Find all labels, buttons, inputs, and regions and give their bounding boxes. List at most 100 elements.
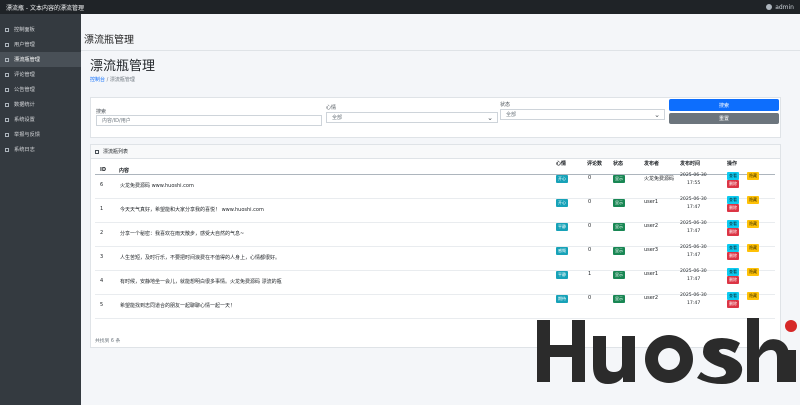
huoshi-watermark-logo <box>537 318 797 384</box>
dashboard-icon <box>5 27 9 32</box>
cell-content: 火龙免费源码 www.huoshi.com <box>120 183 194 189</box>
page-title: 漂流瓶管理 <box>90 59 156 74</box>
status-badge: 显示 <box>613 175 625 183</box>
sidebar-item-dashboard[interactable]: 控制面板 <box>0 22 81 37</box>
cell-content: 今天天气真好，希望能和大家分享我的喜悦！ www.huoshi.com <box>120 207 264 213</box>
status-badge: 显示 <box>613 223 625 231</box>
cell-author: 火龙免费源码 <box>644 176 675 182</box>
reset-button[interactable]: 重置 <box>669 113 779 124</box>
sidebar-item-settings[interactable]: 系统设置 <box>0 112 81 127</box>
breadcrumb-home-link[interactable]: 控制台 <box>90 77 105 83</box>
cell-date: 2025-06-30 <box>680 173 707 178</box>
table-row: 6 火龙免费源码 www.huoshi.com 开心 0 显示 火龙免费源码 2… <box>95 172 775 199</box>
hide-button[interactable]: 隐藏 <box>747 292 759 300</box>
flag-icon <box>5 132 9 137</box>
mood-badge: 开心 <box>556 199 568 207</box>
cell-date: 2025-06-30 <box>680 245 707 250</box>
status-badge: 显示 <box>613 247 625 255</box>
filter-card: 搜索 内容/ID/用户 心情 全部 ⌄ 状态 全部 ⌄ 搜索 重置 <box>90 97 781 138</box>
divider <box>81 50 800 51</box>
cell-date: 2025-06-30 <box>680 221 707 226</box>
hide-button[interactable]: 隐藏 <box>747 220 759 228</box>
search-input[interactable]: 内容/ID/用户 <box>96 115 322 126</box>
cell-date: 2025-06-30 <box>680 269 707 274</box>
table-row: 1 今天天气真好，希望能和大家分享我的喜悦！ www.huoshi.com 开心… <box>95 196 775 223</box>
cell-time: 17:47 <box>687 205 701 210</box>
breadcrumb-separator: / <box>106 77 109 83</box>
status-select[interactable]: 全部 ⌄ <box>500 109 665 120</box>
cell-date: 2025-06-30 <box>680 293 707 298</box>
cell-date: 2025-06-30 <box>680 197 707 202</box>
cell-author: user1 <box>644 271 659 277</box>
cell-author: user3 <box>644 247 659 253</box>
sidebar-item-stats[interactable]: 数据统计 <box>0 97 81 112</box>
log-icon <box>5 147 9 152</box>
search-button[interactable]: 搜索 <box>669 99 779 111</box>
status-badge: 显示 <box>613 271 625 279</box>
table-row: 3 人生苦短，及时行乐，不要把时间浪费在不值得的人身上，心情都很好。 感慨 0 … <box>95 244 775 271</box>
delete-button[interactable]: 删除 <box>727 228 739 236</box>
mood-badge: 开心 <box>556 175 568 183</box>
view-button[interactable]: 查看 <box>727 292 739 300</box>
mood-badge: 感慨 <box>556 247 568 255</box>
list-header: 漂流瓶列表 <box>91 145 780 159</box>
cell-id: 3 <box>100 254 104 260</box>
sidebar-item-users[interactable]: 用户管理 <box>0 37 81 52</box>
hide-button[interactable]: 隐藏 <box>747 268 759 276</box>
comment-icon <box>5 72 9 77</box>
cell-comments: 1 <box>588 271 592 277</box>
cell-time: 17:47 <box>687 229 701 234</box>
view-button[interactable]: 查看 <box>727 244 739 252</box>
cell-id: 5 <box>100 302 104 308</box>
view-button[interactable]: 查看 <box>727 268 739 276</box>
mood-badge: 平静 <box>556 271 568 279</box>
cell-time: 17:47 <box>687 277 701 282</box>
megaphone-icon <box>5 87 9 92</box>
col-id: ID <box>100 167 107 173</box>
gear-icon <box>5 117 9 122</box>
col-actions: 操作 <box>727 161 738 167</box>
sidebar: 控制面板 用户管理 漂流瓶管理 评论管理 公告管理 数据统计 系统设置 举报与反… <box>0 14 81 405</box>
col-mood: 心情 <box>556 161 567 167</box>
hide-button[interactable]: 隐藏 <box>747 244 759 252</box>
delete-button[interactable]: 删除 <box>727 276 739 284</box>
users-icon <box>5 42 9 47</box>
view-button[interactable]: 查看 <box>727 220 739 228</box>
breadcrumb: 控制台 / 漂流瓶管理 <box>90 76 780 83</box>
page-heading: 漂流瓶管理 <box>84 35 134 46</box>
search-label: 搜索 <box>96 109 107 115</box>
chevron-down-icon: ⌄ <box>487 113 493 122</box>
delete-button[interactable]: 删除 <box>727 180 739 188</box>
cell-content: 希望能找到志同道合的朋友一起聊聊心情一起一天！ <box>120 303 236 309</box>
cell-content: 有时候，安静地坐一会儿，就能想明白很多事情。火龙免费源码 漂流的瓶 <box>120 279 282 285</box>
sidebar-item-bottles[interactable]: 漂流瓶管理 <box>0 52 81 67</box>
cell-author: user2 <box>644 223 659 229</box>
list-icon <box>95 149 99 154</box>
col-status: 状态 <box>613 161 624 167</box>
col-author: 发布者 <box>644 161 660 167</box>
delete-button[interactable]: 删除 <box>727 252 739 260</box>
sidebar-item-logs[interactable]: 系统日志 <box>0 142 81 157</box>
cell-comments: 0 <box>588 175 592 181</box>
cell-content: 分享一个秘密：我喜欢在雨天散步，感受大自然的气息~ <box>120 231 245 237</box>
user-menu[interactable]: admin <box>766 4 794 11</box>
user-icon <box>766 4 773 10</box>
cell-content: 人生苦短，及时行乐，不要把时间浪费在不值得的人身上，心情都很好。 <box>120 255 281 261</box>
mood-select[interactable]: 全部 ⌄ <box>326 112 498 123</box>
cell-id: 1 <box>100 206 104 212</box>
sidebar-item-announcements[interactable]: 公告管理 <box>0 82 81 97</box>
sidebar-item-comments[interactable]: 评论管理 <box>0 67 81 82</box>
delete-button[interactable]: 删除 <box>727 204 739 212</box>
cell-comments: 0 <box>588 223 592 229</box>
cell-id: 2 <box>100 230 104 236</box>
view-button[interactable]: 查看 <box>727 196 739 204</box>
title-area: 漂流瓶管理 控制台 / 漂流瓶管理 <box>90 55 780 83</box>
list-footer: 共找到 6 条 <box>95 339 121 344</box>
table-row: 4 有时候，安静地坐一会儿，就能想明白很多事情。火龙免费源码 漂流的瓶 平静 1… <box>95 268 775 295</box>
mood-badge: 平静 <box>556 223 568 231</box>
sidebar-item-reports[interactable]: 举报与反馈 <box>0 127 81 142</box>
hide-button[interactable]: 隐藏 <box>747 196 759 204</box>
hide-button[interactable]: 隐藏 <box>747 172 759 180</box>
view-button[interactable]: 查看 <box>727 172 739 180</box>
mood-label: 心情 <box>326 105 337 111</box>
